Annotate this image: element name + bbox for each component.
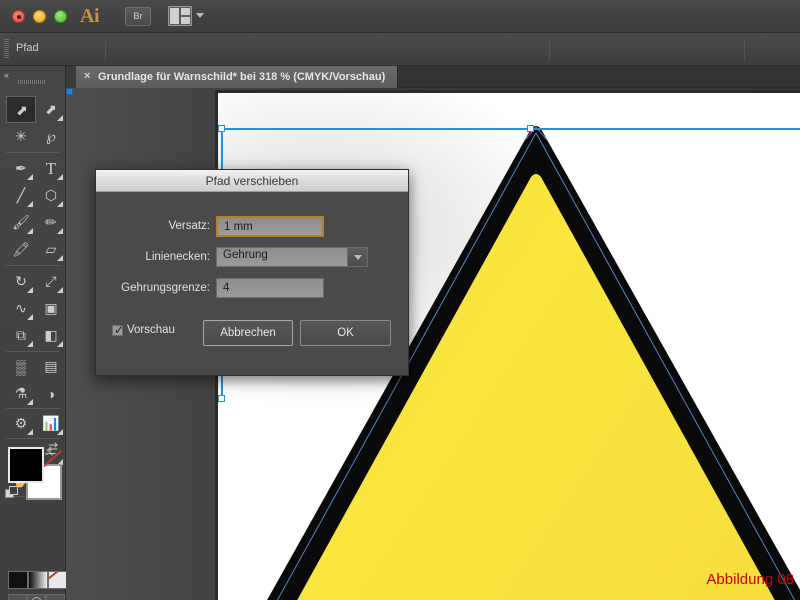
chevron-down-icon[interactable] (347, 248, 367, 266)
miter-limit-input[interactable]: 4 (216, 278, 324, 298)
selection-tool[interactable]: ⬈ (6, 96, 36, 123)
rotate-tool[interactable]: ↻ (6, 268, 36, 295)
miter-limit-label: Gehrungsgrenze: (121, 282, 210, 294)
divider (549, 38, 550, 61)
fill-color-selector[interactable] (8, 447, 44, 483)
window-titlebar: Ai Br (0, 0, 800, 33)
fullscreen-with-menu-button[interactable]: ◯ (27, 594, 46, 600)
document-tab-label: Grundlage für Warnschild* bei 318 % (CMY… (98, 71, 386, 83)
dialog-title[interactable]: Pfad verschieben (96, 170, 408, 192)
divider (105, 38, 106, 61)
selection-type-label: Pfad (16, 42, 39, 54)
shape-builder-tool[interactable]: ⧉ (6, 322, 36, 349)
free-transform-tool[interactable]: ▣ (36, 295, 66, 322)
pen-tool[interactable]: ✒ (6, 155, 36, 182)
paintbrush-tool[interactable]: 🖌 (6, 209, 36, 236)
lasso-tool[interactable]: ℘ (36, 123, 66, 150)
shape-tool[interactable]: ⬡ (36, 182, 66, 209)
anchor-point-handle[interactable] (66, 88, 73, 95)
check-icon: ✓ (114, 323, 125, 337)
symbol-sprayer-tool[interactable]: ⚙ (6, 410, 36, 437)
illustrator-window: Ai Br Pfad Kontur: Einfach (0, 0, 800, 600)
perspective-grid-tool[interactable]: ◧ (36, 322, 66, 349)
collapse-panel-icon[interactable]: « (4, 70, 9, 80)
joins-value: Gehrung (223, 249, 268, 261)
minimize-window-button[interactable] (33, 10, 46, 23)
type-tool[interactable]: T (36, 155, 66, 182)
divider (6, 351, 60, 352)
bridge-button[interactable]: Br (125, 7, 151, 26)
color-mode-none-button[interactable] (48, 571, 68, 589)
divider (6, 408, 60, 409)
preview-checkbox[interactable]: ✓ (112, 323, 125, 337)
divider (744, 38, 745, 61)
arrange-documents-icon[interactable] (168, 6, 192, 26)
tools-panel: « ⬈ ⬈ ✳ ℘ ✒ T ╱ ⬡ 🖌 ✏ 🖍 ▱ ↻ ⤢ ∿ ▣ ⧉ ◧ ▒ … (0, 66, 68, 600)
zoom-window-button[interactable] (54, 10, 67, 23)
eyedropper-tool[interactable]: ⚗ (6, 380, 36, 407)
normal-screen-mode-button[interactable]: ◔ (8, 594, 27, 600)
document-tab[interactable]: × Grundlage für Warnschild* bei 318 % (C… (76, 66, 399, 88)
selection-handle-top-left[interactable] (218, 125, 225, 132)
document-tab-bar: × Grundlage für Warnschild* bei 318 % (C… (76, 66, 800, 88)
fullscreen-mode-button[interactable]: ◔ (46, 594, 65, 600)
joins-select[interactable]: Gehrung (216, 247, 368, 267)
pencil-tool[interactable]: ✏ (36, 209, 66, 236)
offset-label: Versatz: (168, 220, 210, 232)
line-segment-tool[interactable]: ╱ (6, 182, 36, 209)
offset-input[interactable]: 1 mm (216, 216, 324, 237)
default-fill-stroke-icon[interactable] (5, 486, 19, 500)
control-options-bar: Pfad Kontur: Einfach Deckkraft: 100% S (0, 33, 800, 93)
swap-fill-stroke-icon[interactable]: ⇄ (48, 440, 58, 454)
color-mode-solid-button[interactable] (8, 571, 28, 589)
color-mode-gradient-button[interactable] (28, 571, 48, 589)
selection-handle-bottom-left[interactable] (218, 395, 225, 402)
preview-label[interactable]: Vorschau (127, 324, 175, 336)
control-bar-grip[interactable] (4, 39, 9, 59)
selection-handle-apex[interactable] (527, 125, 534, 132)
column-graph-tool[interactable]: 📊 (36, 410, 66, 437)
tools-panel-grip[interactable] (18, 80, 46, 84)
gradient-tool[interactable]: ▤ (36, 353, 66, 380)
figure-caption: Abbildung 08 (706, 571, 794, 588)
blob-brush-tool[interactable]: 🖍 (6, 236, 36, 263)
divider (6, 265, 60, 266)
chevron-down-icon[interactable] (196, 13, 204, 18)
ok-button[interactable]: OK (300, 320, 391, 346)
joins-label: Linienecken: (145, 251, 210, 263)
divider (6, 438, 60, 439)
eraser-tool[interactable]: ▱ (36, 236, 66, 263)
divider (6, 152, 60, 153)
scale-tool[interactable]: ⤢ (36, 268, 66, 295)
selection-bounds-top (218, 128, 800, 130)
direct-selection-tool[interactable]: ⬈ (36, 96, 66, 123)
close-window-button[interactable] (12, 10, 25, 23)
mesh-tool[interactable]: ▒ (6, 353, 36, 380)
illustrator-logo: Ai (80, 5, 100, 27)
close-icon[interactable]: × (84, 71, 90, 82)
blend-tool[interactable]: ◑ (36, 380, 66, 407)
width-tool[interactable]: ∿ (6, 295, 36, 322)
magic-wand-tool[interactable]: ✳ (6, 123, 36, 150)
cancel-button[interactable]: Abbrechen (203, 320, 293, 346)
